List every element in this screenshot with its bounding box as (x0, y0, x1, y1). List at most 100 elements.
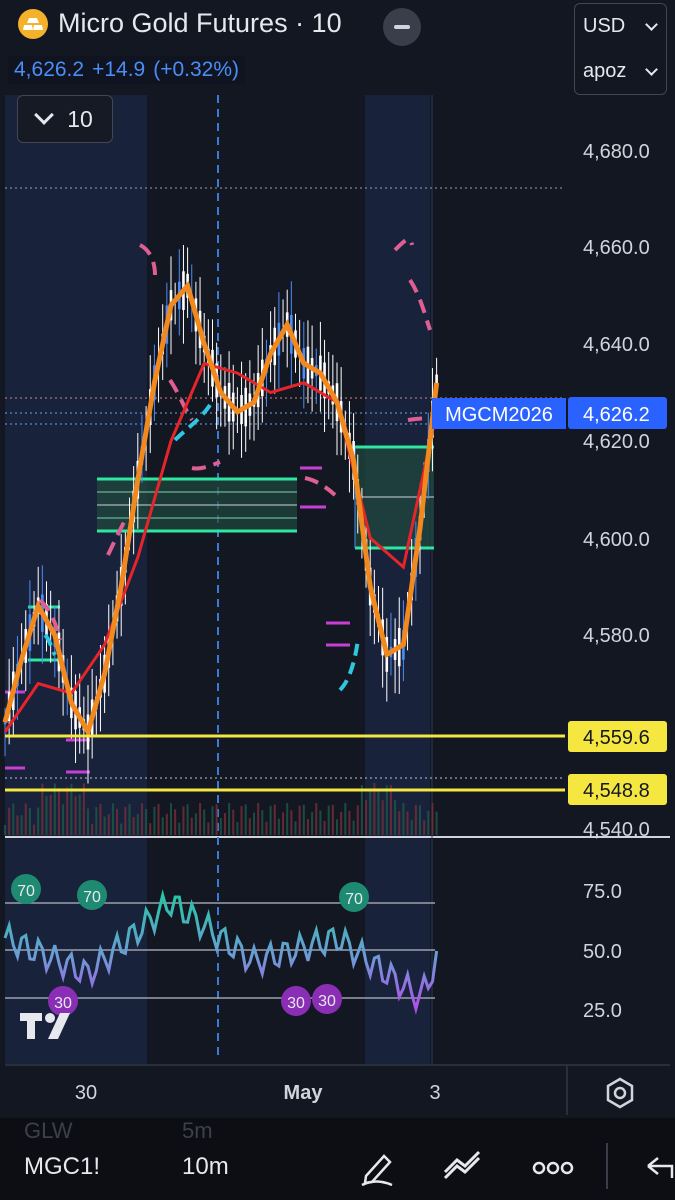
volume-bar (257, 803, 260, 835)
volume-bar (24, 803, 27, 835)
volume-bar (385, 785, 388, 835)
pencil-drawing-icon[interactable] (356, 1148, 400, 1188)
rsi-marker: 70 (339, 882, 369, 912)
volume-bar (282, 812, 285, 835)
previous-timeframe: 5m (182, 1118, 213, 1143)
volume-bar (261, 810, 264, 835)
volume-bar (190, 817, 193, 835)
price-label: 4,620.0 (583, 431, 650, 453)
volume-bar (365, 799, 368, 835)
volume-bar (389, 785, 392, 835)
volume-bar (12, 803, 15, 835)
volume-bar (211, 806, 214, 835)
volume-bar (269, 805, 272, 835)
volume-bar (319, 810, 322, 835)
volume-bar (45, 795, 48, 835)
chevron-down-icon (645, 62, 658, 76)
volume-bar (369, 791, 372, 835)
volume-bar (435, 811, 438, 835)
volume-bar (414, 805, 417, 835)
price-chart[interactable]: 70 70 70 30 30 30 4,680.0 4,660.0 4,640.… (0, 0, 675, 1200)
volume-bar (99, 803, 102, 835)
volume-bar (290, 810, 293, 835)
price-label: 4,640.0 (583, 334, 650, 356)
price-label: 4,580.0 (583, 625, 650, 647)
volume-bar (219, 817, 222, 835)
change-value: +14.9 (92, 58, 146, 81)
toolbar-separator (606, 1143, 608, 1189)
currency-selector[interactable]: USD apoz (574, 3, 667, 95)
volume-bar (8, 807, 11, 835)
volume-bar (103, 816, 106, 835)
volume-bar (186, 804, 189, 835)
price-change: 4,626.2 +14.9 (+0.32%) (8, 56, 246, 84)
chart-settings-icon[interactable] (603, 1076, 637, 1110)
interval-dropdown[interactable]: 10 (17, 95, 113, 143)
bottom-toolbar: GLW 5m MGC1! 10m (0, 1118, 675, 1200)
volume-bar (215, 804, 218, 835)
timeframe-button[interactable]: 10m (182, 1153, 229, 1181)
volume-bar (107, 814, 110, 835)
volume-bar (91, 823, 94, 835)
last-price-tag: 4,626.2 (583, 404, 650, 426)
volume-bar (323, 820, 326, 835)
volume-bar (132, 816, 135, 835)
volume-bar (356, 805, 359, 835)
unit-dropdown[interactable]: apoz (575, 49, 666, 94)
volume-bar (33, 824, 36, 835)
volume-bar (149, 823, 152, 835)
symbol-header[interactable]: Micro Gold Futures · 10 (18, 8, 342, 39)
undo-icon[interactable] (640, 1148, 675, 1188)
volume-bar (340, 811, 343, 835)
volume-bar (124, 806, 127, 835)
volume-bar (419, 805, 421, 835)
volume-bar (199, 803, 202, 835)
volume-bar (87, 808, 89, 835)
volume-bar (223, 813, 226, 835)
volume-bar (49, 794, 52, 835)
rsi-label: 75.0 (583, 881, 622, 903)
more-options-icon[interactable] (531, 1148, 575, 1188)
volume-bar (16, 815, 19, 835)
drawing-tools-icon[interactable] (441, 1148, 485, 1188)
volume-bar (194, 813, 197, 835)
svg-text:30: 30 (287, 995, 305, 1012)
price-label: 4,680.0 (583, 141, 650, 163)
price-label: 4,540.0 (583, 819, 650, 841)
price-label: 4,660.0 (583, 237, 650, 259)
volume-bar (116, 808, 119, 835)
volume-bar (120, 823, 123, 835)
volume-bar (37, 807, 40, 835)
symbol-button[interactable]: MGC1! (24, 1153, 100, 1181)
svg-text:70: 70 (17, 883, 35, 900)
volume-bar (360, 785, 363, 835)
price-label: 4,600.0 (583, 529, 650, 551)
candle-body (3, 722, 7, 725)
chevron-down-icon (645, 17, 658, 31)
svg-text:30: 30 (318, 993, 336, 1010)
unit-label: apoz (583, 60, 627, 82)
currency-label: USD (583, 15, 626, 37)
volume-bar (57, 788, 60, 835)
volume-bar (74, 796, 77, 835)
volume-bar (182, 806, 185, 835)
volume-bar (406, 811, 409, 835)
rsi-label: 25.0 (583, 1000, 622, 1022)
volume-bar (20, 815, 23, 835)
last-price: 4,626.2 (14, 58, 85, 81)
symbol-tag: MGCM2026 (445, 404, 553, 426)
volume-bar (228, 803, 231, 835)
currency-dropdown[interactable]: USD (575, 4, 666, 49)
volume-bar (78, 794, 81, 835)
volume-bar (66, 787, 69, 835)
collapse-button[interactable] (383, 8, 421, 46)
volume-bar (128, 803, 131, 835)
tradingview-logo-icon[interactable] (20, 1008, 80, 1050)
volume-bar (336, 819, 338, 835)
volume-bar (165, 813, 168, 835)
volume-bar (377, 791, 380, 835)
volume-bar (302, 804, 305, 835)
volume-bar (265, 821, 268, 835)
volume-bar (394, 800, 397, 835)
volume-bar (145, 808, 148, 835)
